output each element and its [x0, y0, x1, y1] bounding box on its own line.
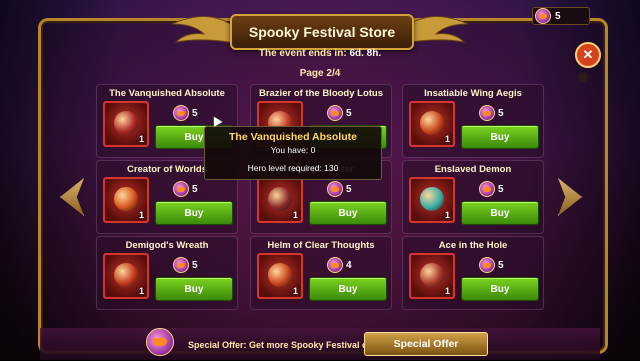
item-price-value: 5 — [192, 107, 198, 119]
pumpkin-coin-icon — [327, 181, 343, 197]
item-quantity: 1 — [444, 210, 450, 220]
item-icon-slot[interactable]: 1 — [257, 177, 303, 223]
tooltip-owned-count: You have: 0 — [270, 145, 316, 155]
item-price-value: 5 — [192, 259, 198, 271]
coin-balance: 5 — [532, 7, 590, 25]
item-price: 5 — [327, 181, 352, 197]
item-card: Demigod's Wreath 1 5 Buy — [96, 236, 238, 310]
item-quantity: 1 — [292, 286, 298, 296]
item-name: The Vanquished Absolute — [109, 88, 225, 99]
artifact-icon — [268, 263, 292, 287]
item-quantity: 1 — [138, 286, 144, 296]
offer-coin — [146, 328, 174, 356]
item-price: 5 — [327, 105, 352, 121]
artifact-icon — [420, 111, 444, 135]
item-card: Enslaved Demon 1 5 Buy — [402, 160, 544, 234]
item-icon-slot[interactable]: 1 — [409, 177, 455, 223]
pumpkin-coin-icon — [479, 181, 495, 197]
special-offer-button[interactable]: Special Offer — [364, 332, 488, 356]
item-price-value: 5 — [192, 183, 198, 195]
item-name: Helm of Clear Thoughts — [267, 240, 375, 251]
item-name: Ace in the Hole — [438, 240, 508, 251]
item-tooltip: The Vanquished Absolute You have: 0 Hero… — [204, 126, 382, 180]
item-icon-slot[interactable]: 1 — [103, 253, 149, 299]
buy-button[interactable]: Buy — [155, 277, 233, 301]
item-card: Helm of Clear Thoughts 1 4 Buy — [250, 236, 392, 310]
pumpkin-coin-icon — [535, 8, 551, 24]
pumpkin-coin-icon — [327, 105, 343, 121]
item-price-value: 5 — [346, 107, 352, 119]
store-title: Spooky Festival Store — [230, 14, 414, 50]
item-price: 5 — [479, 105, 504, 121]
buy-button[interactable]: Buy — [461, 277, 539, 301]
item-price: 5 — [173, 105, 198, 121]
item-price-value: 4 — [346, 259, 352, 271]
item-name: Insatiable Wing Aegis — [424, 88, 522, 99]
item-icon-slot[interactable]: 1 — [103, 177, 149, 223]
pumpkin-coin-icon — [479, 257, 495, 273]
buy-button[interactable]: Buy — [309, 201, 387, 225]
timer-label: The event ends in: — [258, 48, 350, 59]
item-price: 4 — [327, 257, 352, 273]
special-offer-text: Special Offer: Get more Spooky Festival … — [188, 340, 389, 350]
item-price: 5 — [479, 181, 504, 197]
buy-button[interactable]: Buy — [461, 201, 539, 225]
item-card: Insatiable Wing Aegis 1 5 Buy — [402, 84, 544, 158]
close-button[interactable]: ✕ — [575, 42, 601, 68]
buy-button[interactable]: Buy — [461, 125, 539, 149]
buy-button[interactable]: Buy — [155, 201, 233, 225]
buy-button[interactable]: Buy — [309, 277, 387, 301]
timer-value: 6d. 8h. — [349, 48, 382, 59]
event-timer: The event ends in: 6d. 8h. — [0, 48, 640, 59]
close-icon: ✕ — [582, 47, 594, 62]
pumpkin-coin-icon — [173, 257, 189, 273]
item-icon-slot[interactable]: 1 — [103, 101, 149, 147]
item-quantity: 1 — [444, 134, 450, 144]
tooltip-title: The Vanquished Absolute — [229, 131, 357, 143]
item-card: Ace in the Hole 1 5 Buy — [402, 236, 544, 310]
item-name: Brazier of the Bloody Lotus — [258, 88, 384, 99]
item-quantity: 1 — [138, 134, 144, 144]
tooltip-level-requirement: Hero level required: 130 — [247, 163, 339, 173]
item-icon-slot[interactable]: 1 — [409, 253, 455, 299]
item-quantity: 1 — [444, 286, 450, 296]
item-price-value: 5 — [498, 107, 504, 119]
pumpkin-coin-icon — [173, 105, 189, 121]
pumpkin-coin-icon — [173, 181, 189, 197]
item-quantity: 1 — [138, 210, 144, 220]
item-price-value: 5 — [498, 259, 504, 271]
item-icon-slot[interactable]: 1 — [409, 101, 455, 147]
artifact-icon — [114, 187, 138, 211]
artifact-icon — [268, 187, 292, 211]
item-price-value: 5 — [346, 183, 352, 195]
item-icon-slot[interactable]: 1 — [257, 253, 303, 299]
spider-decoration — [578, 72, 588, 82]
item-price: 5 — [173, 257, 198, 273]
item-price: 5 — [479, 257, 504, 273]
item-name: Enslaved Demon — [434, 164, 512, 175]
item-price-value: 5 — [498, 183, 504, 195]
pumpkin-coin-icon — [479, 105, 495, 121]
artifact-icon — [420, 187, 444, 211]
coin-balance-value: 5 — [555, 10, 561, 22]
page-indicator: Page 2/4 — [299, 68, 341, 79]
pumpkin-coin-icon — [146, 328, 174, 356]
artifact-icon — [114, 263, 138, 287]
artifact-icon — [114, 111, 138, 135]
artifact-icon — [420, 263, 444, 287]
item-name: Demigod's Wreath — [125, 240, 209, 251]
item-price: 5 — [173, 181, 198, 197]
item-quantity: 1 — [292, 210, 298, 220]
pumpkin-coin-icon — [327, 257, 343, 273]
